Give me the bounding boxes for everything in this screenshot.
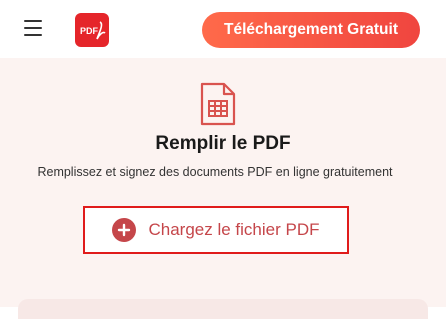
logo-text: PDF <box>80 26 99 36</box>
top-bar: PDF Téléchargement Gratuit <box>0 0 446 58</box>
page-subtitle: Remplissez et signez des documents PDF e… <box>37 165 393 179</box>
main-panel: Remplir le PDF Remplissez et signez des … <box>0 58 446 319</box>
upload-pdf-button[interactable]: Chargez le fichier PDF <box>83 206 349 254</box>
hamburger-menu-icon[interactable] <box>24 20 44 38</box>
pdf-logo-graphic: PDF <box>80 21 106 40</box>
file-table-icon <box>200 82 236 126</box>
upload-button-label: Chargez le fichier PDF <box>148 220 320 239</box>
plus-circle-icon <box>112 218 137 242</box>
pdf-logo-icon[interactable]: PDF <box>75 13 109 47</box>
free-download-button[interactable]: Téléchargement Gratuit <box>202 12 420 48</box>
next-section-card <box>18 299 428 319</box>
page-title: Remplir le PDF <box>155 133 291 154</box>
